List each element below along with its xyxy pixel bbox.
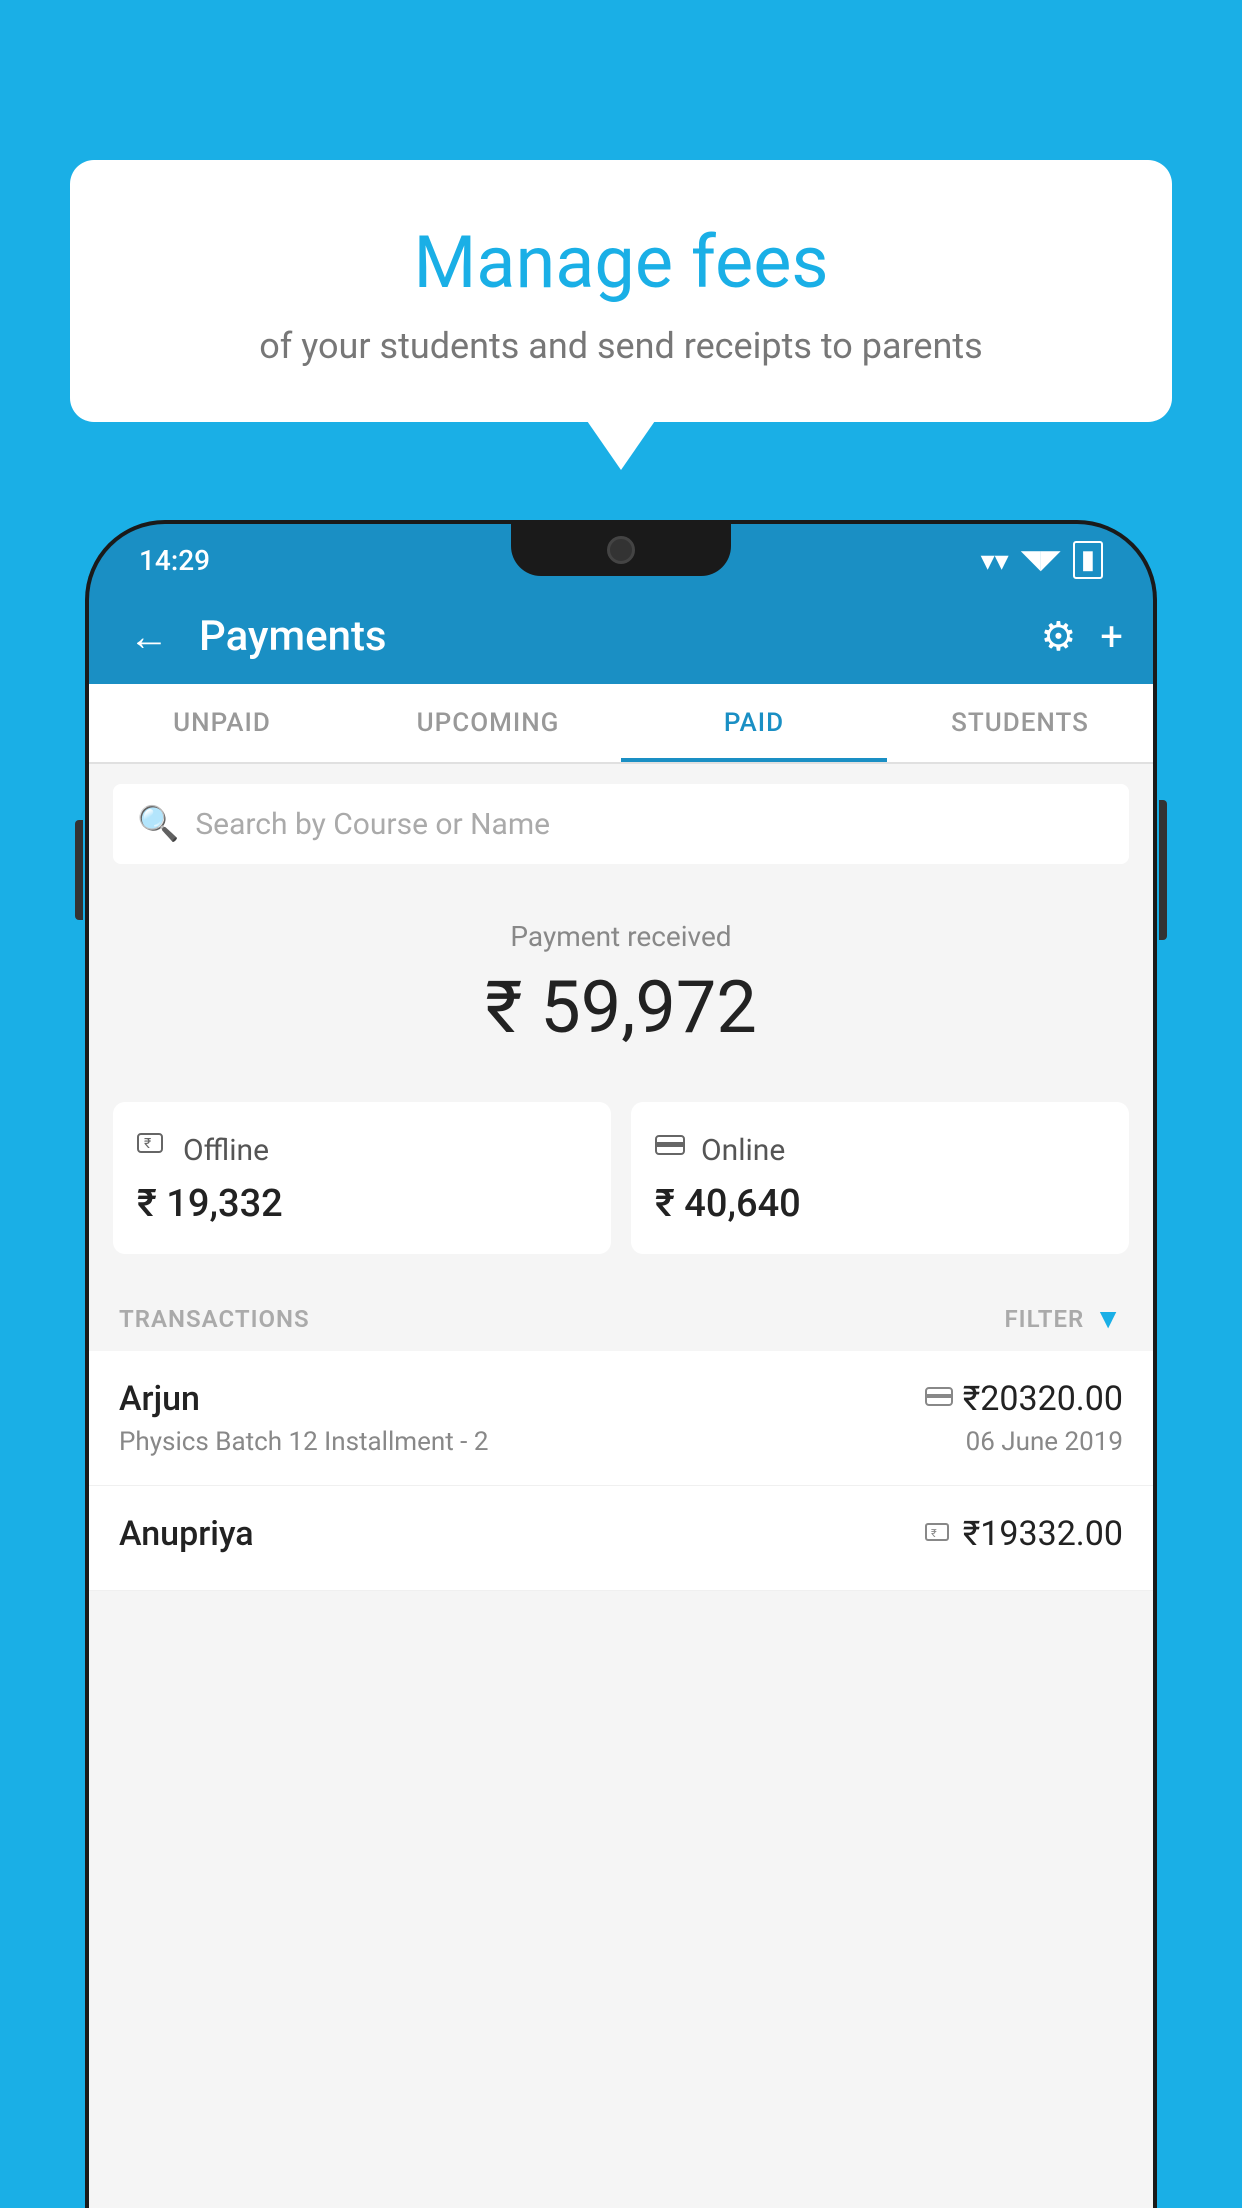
screen-content: 🔍 Search by Course or Name Payment recei…: [89, 764, 1153, 2208]
add-icon[interactable]: +: [1100, 613, 1123, 660]
speech-bubble: Manage fees of your students and send re…: [70, 160, 1172, 422]
settings-icon[interactable]: ⚙: [1040, 613, 1076, 660]
phone-frame: 14:29 ▾▾ ◥◤ ▮ ← Payments ⚙ + UNPAID UPCO…: [85, 520, 1157, 2208]
payment-received-section: Payment received ₹ 59,972: [89, 884, 1153, 1102]
transaction-desc-arjun: Physics Batch 12 Installment - 2: [119, 1427, 488, 1457]
online-label: Online: [701, 1133, 785, 1168]
search-bar[interactable]: 🔍 Search by Course or Name: [113, 784, 1129, 864]
transaction-top-anupriya: Anupriya ₹ ₹19332.00: [119, 1514, 1123, 1554]
online-icon: [655, 1130, 687, 1170]
phone-screen: 14:29 ▾▾ ◥◤ ▮ ← Payments ⚙ + UNPAID UPCO…: [89, 524, 1153, 2208]
transaction-name-arjun: Arjun: [119, 1379, 200, 1419]
payment-received-label: Payment received: [113, 920, 1129, 953]
tab-upcoming[interactable]: UPCOMING: [355, 684, 621, 762]
speech-bubble-container: Manage fees of your students and send re…: [70, 160, 1172, 422]
transaction-bottom-arjun: Physics Batch 12 Installment - 2 06 June…: [119, 1427, 1123, 1457]
bubble-subtitle: of your students and send receipts to pa…: [130, 325, 1112, 367]
phone-side-right: [1159, 800, 1167, 940]
offline-label: Offline: [183, 1133, 269, 1168]
transactions-label: TRANSACTIONS: [119, 1305, 310, 1333]
transaction-row-arjun[interactable]: Arjun ₹20320.00 Physics Batch 12 Install…: [89, 1351, 1153, 1486]
bubble-title: Manage fees: [130, 220, 1112, 305]
svg-text:₹: ₹: [144, 1136, 151, 1152]
transaction-amount-arjun: ₹20320.00: [963, 1379, 1123, 1419]
offline-icon: ₹: [137, 1130, 169, 1170]
filter-label: FILTER: [1004, 1305, 1084, 1333]
card-payment-icon-arjun: [925, 1384, 953, 1414]
offline-card-header: ₹ Offline: [137, 1130, 587, 1170]
app-bar-icons: ⚙ +: [1040, 613, 1123, 660]
online-card: Online ₹ 40,640: [631, 1102, 1129, 1254]
search-input[interactable]: Search by Course or Name: [195, 807, 550, 842]
phone-notch: [511, 524, 731, 576]
online-card-header: Online: [655, 1130, 1105, 1170]
status-icons: ▾▾ ◥◤ ▮: [981, 541, 1103, 579]
transaction-name-anupriya: Anupriya: [119, 1514, 254, 1554]
search-icon: 🔍: [137, 804, 179, 844]
tab-paid[interactable]: PAID: [621, 684, 887, 762]
transactions-header: TRANSACTIONS FILTER ▼: [89, 1278, 1153, 1351]
transaction-amount-wrap-arjun: ₹20320.00: [925, 1379, 1123, 1419]
payment-received-amount: ₹ 59,972: [113, 965, 1129, 1050]
wifi-icon: ▾▾: [981, 544, 1009, 577]
offline-amount: ₹ 19,332: [137, 1182, 587, 1226]
svg-text:₹: ₹: [931, 1527, 937, 1540]
filter-button[interactable]: FILTER ▼: [1004, 1302, 1123, 1335]
transaction-amount-anupriya: ₹19332.00: [963, 1514, 1123, 1554]
transaction-row-anupriya[interactable]: Anupriya ₹ ₹19332.00: [89, 1486, 1153, 1591]
tabs: UNPAID UPCOMING PAID STUDENTS: [89, 684, 1153, 764]
signal-icon: ◥◤: [1021, 545, 1061, 575]
tab-unpaid[interactable]: UNPAID: [89, 684, 355, 762]
app-bar: ← Payments ⚙ +: [89, 588, 1153, 684]
offline-card: ₹ Offline ₹ 19,332: [113, 1102, 611, 1254]
transaction-amount-wrap-anupriya: ₹ ₹19332.00: [925, 1514, 1123, 1554]
transaction-top-arjun: Arjun ₹20320.00: [119, 1379, 1123, 1419]
offline-payment-icon-anupriya: ₹: [925, 1519, 953, 1549]
back-button[interactable]: ←: [119, 603, 179, 670]
online-amount: ₹ 40,640: [655, 1182, 1105, 1226]
phone-side-left: [75, 820, 83, 920]
tab-students[interactable]: STUDENTS: [887, 684, 1153, 762]
phone-camera: [607, 536, 635, 564]
status-time: 14:29: [139, 544, 210, 577]
battery-icon: ▮: [1073, 541, 1103, 579]
app-title: Payments: [199, 612, 1020, 661]
transaction-date-arjun: 06 June 2019: [966, 1427, 1123, 1457]
filter-icon: ▼: [1094, 1302, 1123, 1335]
payment-cards: ₹ Offline ₹ 19,332: [89, 1102, 1153, 1278]
